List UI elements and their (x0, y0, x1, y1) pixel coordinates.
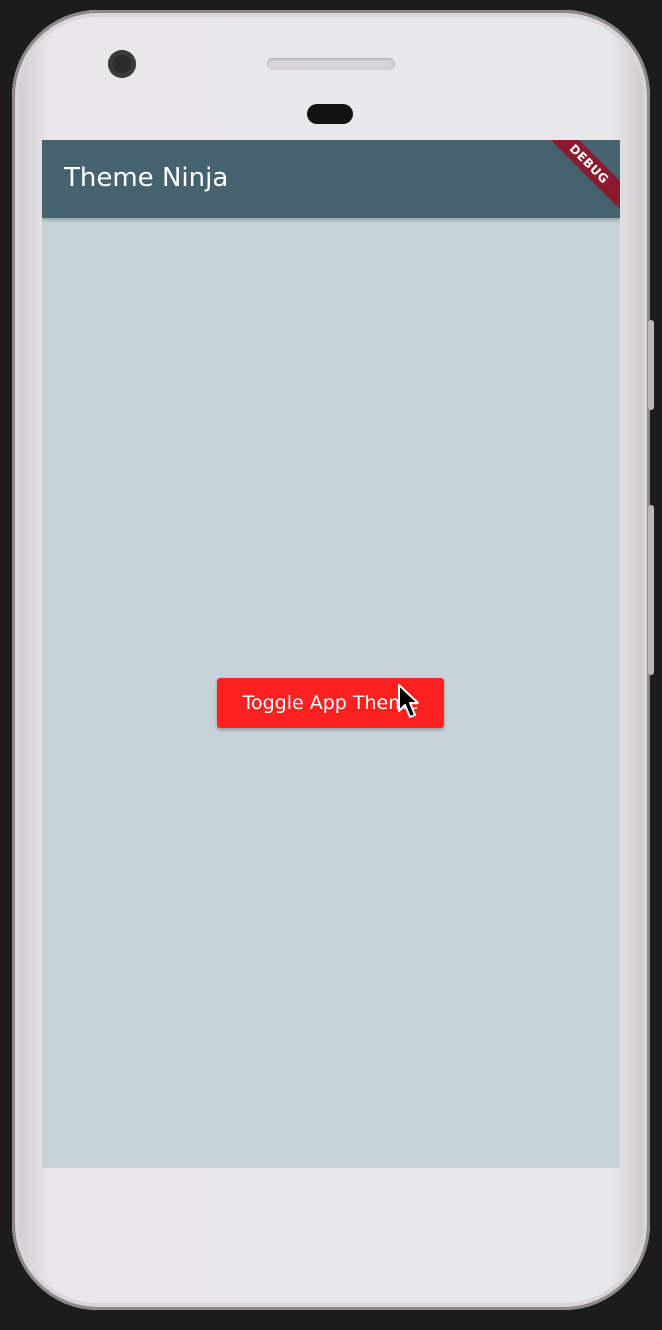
front-camera (108, 50, 136, 78)
app-bar: Theme Ninja DEBUG (42, 140, 620, 218)
app-screen: Theme Ninja DEBUG Toggle App Theme (42, 140, 620, 1168)
volume-button (648, 505, 654, 675)
power-button (648, 320, 654, 410)
mouse-pointer-icon (398, 684, 419, 718)
phone-frame: Theme Ninja DEBUG Toggle App Theme (12, 10, 654, 1310)
proximity-sensor (307, 104, 353, 124)
debug-banner: DEBUG (536, 140, 620, 217)
earpiece-speaker (267, 58, 395, 70)
app-title: Theme Ninja (64, 163, 229, 193)
